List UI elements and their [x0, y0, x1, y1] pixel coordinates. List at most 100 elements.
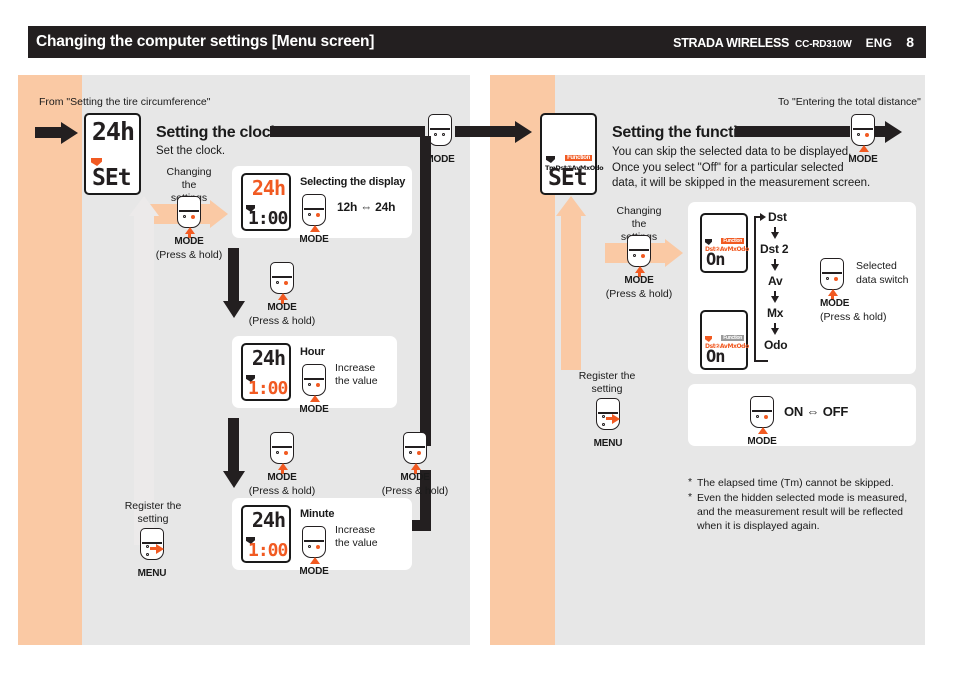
page-header: Changing the computer settings [Menu scr… [28, 26, 926, 58]
press-arrow-icon [310, 225, 320, 232]
button-dot-right-icon [284, 451, 289, 456]
flow-arrow-4 [771, 328, 779, 335]
button-menu-right[interactable]: MENU [594, 398, 623, 449]
button-dot-left-icon [826, 277, 830, 281]
button-mode-transition-3[interactable]: MODE (Press & hold) [382, 432, 448, 497]
button-dot-left-icon [633, 254, 637, 258]
flow-arrow-2 [771, 264, 779, 271]
lcd-top-value: 24h [251, 346, 286, 370]
flow-item-mx: Mx [767, 306, 784, 320]
lcd-tick-icon [546, 156, 555, 163]
section-sub-clock: Set the clock. [156, 145, 226, 157]
menu-arrow-icon [156, 544, 164, 554]
lcd-top-value: 24h [91, 117, 135, 146]
button-dot-right-icon [834, 277, 839, 282]
lcd-bottom-value: On [706, 250, 726, 270]
button-mode-changing-right[interactable]: MODE (Press & hold) [606, 235, 672, 300]
button-dot-left-icon [857, 133, 861, 137]
button-dot-lower-icon [602, 423, 606, 427]
device-body-icon [750, 396, 774, 428]
button-dot-left-icon [308, 545, 312, 549]
button-mode-onoff[interactable]: MODE [747, 396, 777, 447]
step-value-hour: Increase the value [335, 362, 378, 388]
button-dot-left-icon [756, 415, 760, 419]
lcd-function-badge: Function [565, 155, 592, 161]
model-number: CC-RD310W [795, 39, 852, 50]
button-mode-hour[interactable]: MODE [299, 364, 329, 415]
onoff-value: ON ⇔ OFF [784, 404, 849, 419]
button-dot-left-icon [308, 213, 312, 217]
button-dot-right-icon [764, 415, 769, 420]
section-title-clock: Setting the clock [156, 124, 279, 141]
lcd-bottom-value: SEt [548, 165, 588, 191]
button-dot-left-icon [276, 451, 280, 455]
top-flow-arrow-head [515, 120, 532, 143]
register-arrow-right [556, 196, 586, 216]
button-mode-transition-1[interactable]: MODE (Press & hold) [249, 262, 315, 327]
button-menu-left[interactable]: MENU [138, 528, 167, 579]
device-body-icon [627, 235, 651, 267]
flow-loop-vertical [754, 216, 756, 362]
button-label: MENU [137, 568, 167, 579]
down-bar-1 [228, 248, 239, 301]
flow-loop-bottom [754, 360, 768, 362]
button-dot-right-icon [865, 133, 870, 138]
button-mode-selected-data-switch[interactable]: MODE (Press & hold) [820, 258, 887, 323]
register-setting-label-left: Register the setting [124, 500, 182, 526]
button-hint: (Press & hold) [820, 311, 887, 323]
button-mode-top-right[interactable]: MODE [848, 114, 878, 165]
device-body-icon [302, 364, 326, 396]
press-arrow-icon [310, 395, 320, 402]
button-label: MODE [299, 566, 329, 577]
button-dot-left-icon [434, 133, 438, 137]
header-meta: STRADA WIRELESS CC-RD310W ENG 8 [673, 34, 926, 50]
step-value-minute: Increase the value [335, 524, 378, 550]
return-bar-vertical [420, 136, 431, 446]
button-mode-minute[interactable]: MODE [299, 526, 329, 577]
flow-arrow-3 [771, 296, 779, 303]
button-dot-right-icon [316, 383, 321, 388]
lcd-top-value: 24h [251, 176, 286, 200]
button-dot-right-icon [641, 254, 646, 259]
button-mode-transition-2[interactable]: MODE (Press & hold) [249, 432, 315, 497]
entry-arrow-head [61, 121, 78, 144]
lcd-bottom-value: 1:00 [248, 540, 288, 561]
entry-arrow-bar [35, 127, 61, 138]
button-dot-left-icon [308, 383, 312, 387]
button-hint: (Press & hold) [381, 485, 449, 497]
register-bar-left [134, 215, 154, 545]
lcd-bottom-value: 1:00 [248, 208, 288, 229]
device-body-icon [403, 432, 427, 464]
button-hint: (Press & hold) [248, 315, 316, 327]
button-label: MODE [299, 404, 329, 415]
press-arrow-icon [859, 145, 869, 152]
button-dot-lower-icon [146, 553, 150, 557]
step-title-display: Selecting the display [300, 176, 406, 188]
button-dot-right-icon [284, 281, 289, 286]
button-hint: (Press & hold) [155, 249, 223, 261]
footnote-2: Even the hidden selected mode is measure… [697, 492, 908, 533]
button-dot-right-icon [316, 213, 321, 218]
button-dot-left-icon [183, 215, 187, 219]
register-bar-right [561, 215, 581, 370]
lcd-function-badge: Function [721, 335, 744, 341]
device-body-icon [302, 526, 326, 558]
lcd-clock-start: 24h SEt [84, 113, 141, 195]
button-mode-top-left[interactable]: MODE [425, 114, 455, 165]
lcd-function-start: Function TmDst②AvMxOdo SEt [540, 113, 604, 195]
lcd-display-step: 24h 1:00 [241, 173, 291, 231]
button-dot-right-icon [417, 451, 422, 456]
button-hint: (Press & hold) [605, 288, 673, 300]
flow-item-odo: Odo [764, 338, 788, 352]
button-hint: (Press & hold) [248, 485, 316, 497]
button-mode-display[interactable]: MODE [299, 194, 329, 245]
button-label: MODE [174, 236, 204, 247]
page-number: 8 [906, 34, 914, 50]
lcd-bottom-value: 1:00 [248, 378, 288, 399]
lcd-function-state-top: Function Dst②AvMxOdo On [700, 213, 749, 273]
down-bar-2 [228, 418, 239, 471]
button-mode-changing-left[interactable]: MODE (Press & hold) [156, 196, 222, 261]
device-body-icon [177, 196, 201, 228]
flow-item-dst2: Dst 2 [760, 242, 789, 256]
top-flow-bar-right-section [735, 126, 850, 137]
